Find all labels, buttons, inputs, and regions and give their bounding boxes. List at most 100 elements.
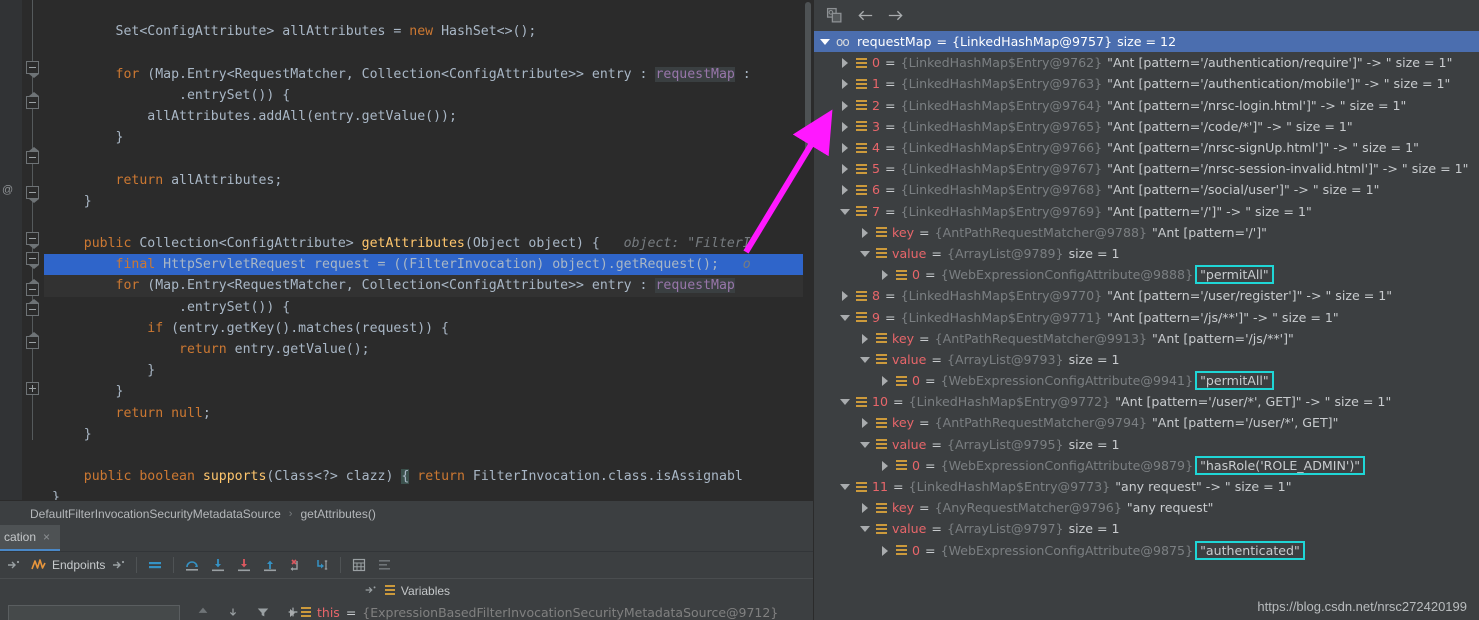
expand-triangle-icon[interactable] — [880, 375, 891, 387]
code-line[interactable]: .entrySet()) { — [44, 85, 803, 106]
expand-triangle-icon[interactable] — [880, 545, 891, 556]
toolbar-partial-icon[interactable] — [0, 552, 26, 578]
fold-marker-icon[interactable] — [26, 147, 39, 164]
code-line[interactable] — [44, 445, 803, 466]
expand-triangle-icon[interactable] — [880, 269, 891, 281]
arrow-up-icon[interactable] — [196, 605, 212, 620]
fold-marker-icon[interactable] — [26, 332, 39, 349]
inspect-tree-row[interactable]: 8 = {LinkedHashMap$Entry@9770} "Ant [patter… — [814, 285, 1479, 306]
collapse-triangle-icon[interactable] — [840, 312, 851, 323]
close-icon[interactable]: × — [43, 531, 50, 543]
expand-triangle-icon[interactable] — [860, 333, 871, 344]
run-to-cursor-button[interactable] — [309, 552, 335, 578]
code-line[interactable]: for (Map.Entry<RequestMatcher, Collectio… — [44, 64, 803, 85]
inspect-tree-row[interactable]: 2 = {LinkedHashMap$Entry@9764} "Ant [patter… — [814, 95, 1479, 116]
code-line[interactable]: } — [44, 360, 803, 381]
inspect-tree-row[interactable]: value = {ArrayList@9789} size = 1 — [814, 243, 1479, 264]
code-line[interactable]: public boolean supports(Class<?> clazz) … — [44, 466, 803, 487]
collapse-triangle-icon[interactable] — [840, 396, 851, 407]
restore-layout-icon[interactable] — [363, 583, 379, 599]
code-line[interactable]: } — [44, 381, 803, 402]
arrow-down-small-icon[interactable] — [226, 605, 242, 620]
expand-triangle-icon[interactable] — [860, 417, 871, 429]
inspect-tree-row[interactable]: value = {ArrayList@9797} size = 1 — [814, 518, 1479, 539]
inspect-tree-root-row[interactable]: oo requestMap = {LinkedHashMap@9757} size =… — [814, 31, 1479, 53]
endpoints-button[interactable]: Endpoints — [26, 552, 131, 578]
inspect-tree-row[interactable]: 4 = {LinkedHashMap$Entry@9766} "Ant [patter… — [814, 137, 1479, 158]
inspect-tree-row[interactable]: key = {AntPathRequestMatcher@9788} "Ant [pa… — [814, 222, 1479, 243]
evaluate-expression-button[interactable] — [346, 552, 372, 578]
tab-debug-session[interactable]: cation × — [0, 525, 61, 551]
mute-breakpoints-button[interactable] — [142, 552, 168, 578]
editor-scrollbar[interactable] — [803, 0, 813, 500]
fold-marker-icon[interactable] — [26, 232, 39, 249]
code-line[interactable] — [44, 148, 803, 169]
fold-expand-icon[interactable] — [26, 382, 39, 395]
frame-nav-controls[interactable] — [196, 605, 302, 620]
inspect-tree[interactable]: oo requestMap = {LinkedHashMap@9757} size =… — [814, 31, 1479, 591]
collapse-triangle-icon[interactable] — [840, 206, 851, 217]
editor-gutter[interactable]: @ — [0, 0, 22, 500]
breadcrumb-method[interactable]: getAttributes() — [300, 507, 375, 521]
code-line[interactable] — [44, 0, 803, 21]
expand-triangle-icon[interactable] — [290, 608, 295, 617]
inspect-tree-row[interactable]: 10 = {LinkedHashMap$Entry@9772} "Ant [patte… — [814, 391, 1479, 412]
code-line[interactable]: } — [44, 487, 803, 500]
inspect-tree-row[interactable]: 0 = {WebExpressionConfigAttribute@9879} "ha… — [814, 455, 1479, 476]
expand-triangle-icon[interactable] — [840, 57, 851, 69]
code-line[interactable]: return allAttributes; — [44, 170, 803, 191]
expand-triangle-icon[interactable] — [840, 142, 851, 154]
expand-triangle-icon[interactable] — [840, 290, 851, 302]
expand-triangle-icon[interactable] — [840, 121, 851, 132]
expand-triangle-icon[interactable] — [880, 460, 891, 471]
inspect-tree-row[interactable]: 6 = {LinkedHashMap$Entry@9768} "Ant [patter… — [814, 179, 1479, 200]
code-line[interactable]: } — [44, 424, 803, 445]
code-line[interactable]: .entrySet()) { — [44, 297, 803, 318]
fold-marker-icon[interactable] — [26, 299, 39, 316]
variables-panel-header[interactable]: Variables — [0, 578, 813, 602]
editor-scrollbar-thumb[interactable] — [805, 2, 811, 152]
code-line[interactable]: allAttributes.addAll(entry.getValue()); — [44, 106, 803, 127]
force-step-into-button[interactable] — [231, 552, 257, 578]
inspect-tree-row[interactable]: 0 = {LinkedHashMap$Entry@9762} "Ant [patter… — [814, 52, 1479, 73]
fold-marker-icon[interactable] — [26, 279, 39, 296]
frames-combo[interactable] — [8, 605, 180, 620]
collapse-triangle-icon[interactable] — [860, 354, 871, 365]
code-line[interactable]: } — [44, 191, 803, 212]
fold-marker-icon[interactable] — [26, 92, 39, 109]
fold-marker-icon[interactable] — [26, 252, 39, 269]
inspect-tree-row[interactable]: 9 = {LinkedHashMap$Entry@9771} "Ant [patter… — [814, 306, 1479, 327]
code-line[interactable]: Set<ConfigAttribute> allAttributes = new… — [44, 21, 803, 42]
inspect-tree-row[interactable]: key = {AntPathRequestMatcher@9794} "Ant [pa… — [814, 412, 1479, 433]
inspect-tree-row[interactable]: 5 = {LinkedHashMap$Entry@9767} "Ant [patter… — [814, 158, 1479, 179]
settings-button[interactable] — [372, 552, 398, 578]
back-arrow-icon[interactable] — [856, 7, 873, 23]
inspect-tree-row[interactable]: key = {AntPathRequestMatcher@9913} "Ant [pa… — [814, 328, 1479, 349]
inspect-popup[interactable]: oo requestMap = {LinkedHashMap@9757} size =… — [813, 0, 1479, 620]
inspect-tree-row[interactable]: 3 = {LinkedHashMap$Entry@9765} "Ant [patter… — [814, 116, 1479, 137]
variable-row-this[interactable]: this = {ExpressionBasedFilterInvocationS… — [290, 605, 778, 620]
inspect-tree-row[interactable]: 0 = {WebExpressionConfigAttribute@9888} "pe… — [814, 264, 1479, 285]
code-line[interactable]: public Collection<ConfigAttribute> getAt… — [44, 233, 803, 254]
code-editor-pane[interactable]: @ Set<ConfigAttribute> allAttributes = n… — [0, 0, 813, 500]
expand-triangle-icon[interactable] — [840, 78, 851, 90]
step-into-button[interactable] — [205, 552, 231, 578]
code-line[interactable] — [44, 212, 803, 233]
debug-toolbar[interactable]: Endpoints — [0, 552, 813, 578]
collapse-triangle-icon[interactable] — [840, 481, 851, 492]
annotation-marker-icon[interactable]: @ — [2, 184, 13, 196]
code-folding-strip[interactable] — [22, 0, 44, 500]
code-line[interactable] — [44, 42, 803, 63]
expand-triangle-icon[interactable] — [840, 184, 851, 196]
inspect-tree-row[interactable]: value = {ArrayList@9795} size = 1 — [814, 434, 1479, 455]
expand-triangle-icon[interactable] — [840, 163, 851, 175]
expand-triangle-icon[interactable] — [860, 502, 871, 514]
code-text-area[interactable]: Set<ConfigAttribute> allAttributes = new… — [44, 0, 803, 500]
code-line[interactable]: return null; — [44, 403, 803, 424]
code-line[interactable]: final HttpServletRequest request = ((Fil… — [44, 254, 803, 276]
inspect-tree-row[interactable]: 0 = {WebExpressionConfigAttribute@9875} "au… — [814, 540, 1479, 561]
inspect-toolbar[interactable] — [814, 0, 1479, 29]
collapse-triangle-icon[interactable] — [860, 523, 871, 534]
breadcrumb[interactable]: DefaultFilterInvocationSecurityMetadataS… — [0, 500, 813, 526]
inspect-tree-row[interactable]: 1 = {LinkedHashMap$Entry@9763} "Ant [patter… — [814, 73, 1479, 94]
